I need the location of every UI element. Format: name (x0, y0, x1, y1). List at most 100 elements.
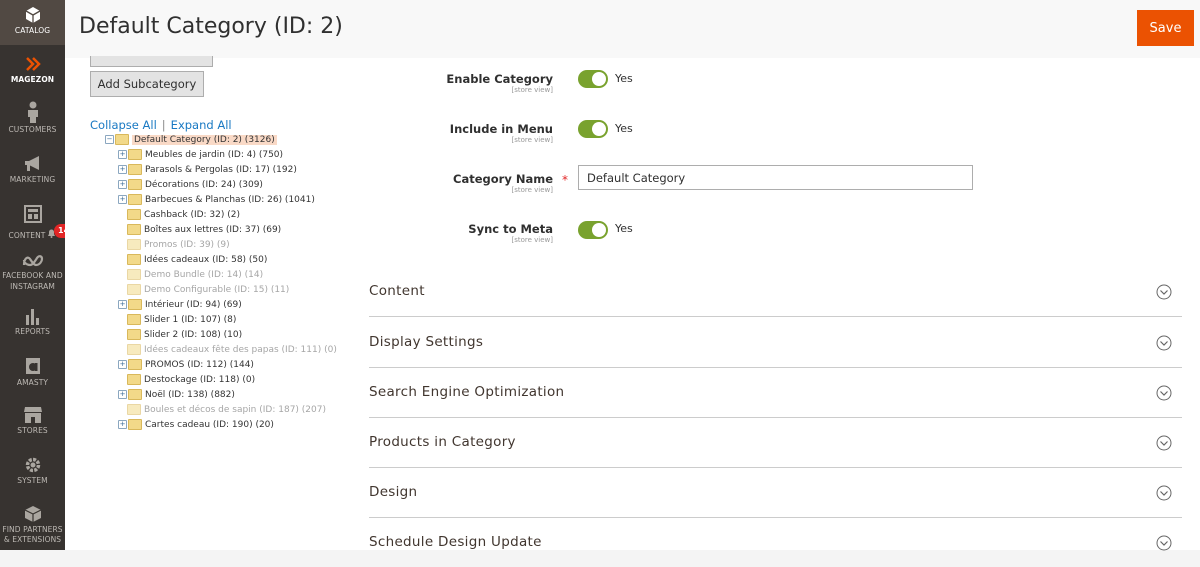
sync-to-meta-value: Yes (615, 222, 633, 235)
tree-item-disabled[interactable]: Demo Bundle (ID: 14) (14) (127, 268, 263, 282)
sidebar-item-find-partners[interactable]: FIND PARTNERS & EXTENSIONS (0, 505, 65, 550)
field-label-text: Category Name (453, 172, 553, 186)
sidebar-item-system[interactable]: SYSTEM (0, 456, 65, 506)
folder-icon (128, 164, 142, 175)
chevron-down-icon (1156, 284, 1172, 300)
tree-item-label: Demo Configurable (ID: 15) (11) (144, 285, 290, 295)
sidebar-item-amasty[interactable]: AMASTY (0, 356, 65, 406)
tree-item[interactable]: + Décorations (ID: 24) (309) (118, 178, 263, 192)
sidebar-item-catalog[interactable]: CATALOG (0, 0, 65, 45)
section-display-settings[interactable]: Display Settings (369, 317, 1182, 368)
tree-item-default-category[interactable]: − Default Category (ID: 2) (3126) (105, 133, 277, 147)
section-title: Design (369, 484, 418, 500)
sidebar-item-customers[interactable]: CUSTOMERS (0, 101, 65, 151)
sidebar-label-content: CONTENT (8, 231, 46, 240)
category-name-label: Category Name [store view] (453, 172, 553, 194)
expand-toggle-icon[interactable]: + (118, 180, 127, 189)
scope-label: [store view] (511, 86, 553, 94)
tree-item[interactable]: + Barbecues & Planchas (ID: 26) (1041) (118, 193, 315, 207)
page-header: Default Category (ID: 2) Save (65, 0, 1200, 58)
folder-icon (128, 299, 142, 310)
tree-item-disabled[interactable]: Boules et décos de sapin (ID: 187) (207) (127, 403, 326, 417)
scope-label: [store view] (511, 136, 553, 144)
expand-toggle-icon[interactable]: + (118, 300, 127, 309)
section-schedule-design-update[interactable]: Schedule Design Update (369, 517, 1182, 567)
expand-toggle-icon[interactable]: + (118, 150, 127, 159)
extensions-icon (24, 506, 41, 522)
section-seo[interactable]: Search Engine Optimization (369, 367, 1182, 418)
sidebar-label-facebook-instagram: FACEBOOK AND INSTAGRAM (2, 271, 63, 291)
add-root-category-button[interactable] (90, 56, 213, 67)
category-name-input[interactable] (578, 165, 973, 190)
expand-toggle-icon[interactable]: + (118, 165, 127, 174)
folder-icon (127, 374, 141, 385)
tree-item-disabled[interactable]: Promos (ID: 39) (9) (127, 238, 230, 252)
section-design[interactable]: Design (369, 467, 1182, 518)
scope-label: [store view] (511, 236, 553, 244)
amasty-icon (25, 358, 40, 374)
expand-toggle-icon[interactable]: + (118, 390, 127, 399)
tree-item[interactable]: Boîtes aux lettres (ID: 37) (69) (127, 223, 281, 237)
chevron-down-icon (1156, 435, 1172, 451)
tree-item-label: Barbecues & Planchas (ID: 26) (1041) (145, 195, 315, 205)
tree-item-label: Décorations (ID: 24) (309) (145, 180, 263, 190)
tree-item-label: PROMOS (ID: 112) (144) (145, 360, 254, 370)
tree-item[interactable]: Idées cadeaux (ID: 58) (50) (127, 253, 267, 267)
folder-icon (127, 209, 141, 220)
tree-item-label: Idées cadeaux (ID: 58) (50) (144, 255, 268, 265)
collapse-all-link[interactable]: Collapse All (90, 118, 157, 132)
tree-item-label: Promos (ID: 39) (9) (144, 240, 230, 250)
enable-category-toggle[interactable] (578, 70, 608, 88)
sidebar-item-marketing[interactable]: MARKETING (0, 155, 65, 205)
sidebar-item-magezon[interactable]: MAGEZON (0, 55, 65, 105)
sidebar-label-reports: REPORTS (14, 327, 51, 336)
catalog-icon (25, 7, 40, 23)
magezon-icon (25, 57, 41, 71)
tree-item[interactable]: Destockage (ID: 118) (0) (127, 373, 255, 387)
chevron-down-icon (1156, 485, 1172, 501)
chevron-down-icon (1156, 335, 1172, 351)
tree-item[interactable]: + PROMOS (ID: 112) (144) (118, 358, 254, 372)
sidebar-label-customers: CUSTOMERS (8, 125, 57, 134)
tree-item-label: Boîtes aux lettres (ID: 37) (69) (144, 225, 282, 235)
sync-to-meta-toggle[interactable] (578, 221, 608, 239)
tree-item[interactable]: + Noël (ID: 138) (882) (118, 388, 235, 402)
folder-icon (128, 179, 142, 190)
tree-item[interactable]: + Meubles de jardin (ID: 4) (750) (118, 148, 283, 162)
folder-icon (127, 239, 141, 250)
save-button[interactable]: Save (1137, 10, 1194, 46)
folder-icon (127, 404, 141, 415)
expand-all-link[interactable]: Expand All (171, 118, 232, 132)
expand-toggle-icon[interactable]: + (118, 420, 127, 429)
gear-icon (25, 457, 40, 473)
section-content[interactable]: Content (369, 266, 1182, 317)
tree-item-label: Idées cadeaux fête des papas (ID: 111) (… (144, 345, 337, 355)
folder-icon (128, 194, 142, 205)
collapse-toggle-icon[interactable]: − (105, 135, 114, 144)
folder-icon (128, 389, 142, 400)
tree-item[interactable]: Cashback (ID: 32) (2) (127, 208, 240, 222)
folder-icon (127, 224, 141, 235)
add-subcategory-button[interactable]: Add Subcategory (90, 71, 204, 97)
tree-item[interactable]: + Intérieur (ID: 94) (69) (118, 298, 242, 312)
sidebar-item-stores[interactable]: STORES (0, 406, 65, 456)
tree-item[interactable]: Slider 1 (ID: 107) (8) (127, 313, 236, 327)
expand-toggle-icon[interactable]: + (118, 195, 127, 204)
tree-item[interactable]: + Parasols & Pergolas (ID: 17) (192) (118, 163, 297, 177)
section-title: Search Engine Optimization (369, 384, 565, 400)
folder-icon (127, 254, 141, 265)
tree-item-disabled[interactable]: Demo Configurable (ID: 15) (11) (127, 283, 289, 297)
tree-item-label: Boules et décos de sapin (ID: 187) (207) (144, 405, 326, 415)
tree-item-label: Slider 1 (ID: 107) (8) (144, 315, 237, 325)
tree-item[interactable]: Slider 2 (ID: 108) (10) (127, 328, 242, 342)
expand-toggle-icon[interactable]: + (118, 360, 127, 369)
section-products-in-category[interactable]: Products in Category (369, 417, 1182, 468)
include-in-menu-label: Include in Menu [store view] (450, 122, 553, 144)
include-in-menu-toggle[interactable] (578, 120, 608, 138)
tree-item-disabled[interactable]: Idées cadeaux fête des papas (ID: 111) (… (127, 343, 337, 357)
sidebar-item-reports[interactable]: REPORTS (0, 307, 65, 357)
tree-item[interactable]: + Cartes cadeau (ID: 190) (20) (118, 418, 274, 432)
tree-item-label: Intérieur (ID: 94) (69) (145, 300, 242, 310)
page-title: Default Category (ID: 2) (79, 14, 343, 39)
sidebar-item-facebook-instagram[interactable]: FACEBOOK AND INSTAGRAM (0, 254, 65, 304)
